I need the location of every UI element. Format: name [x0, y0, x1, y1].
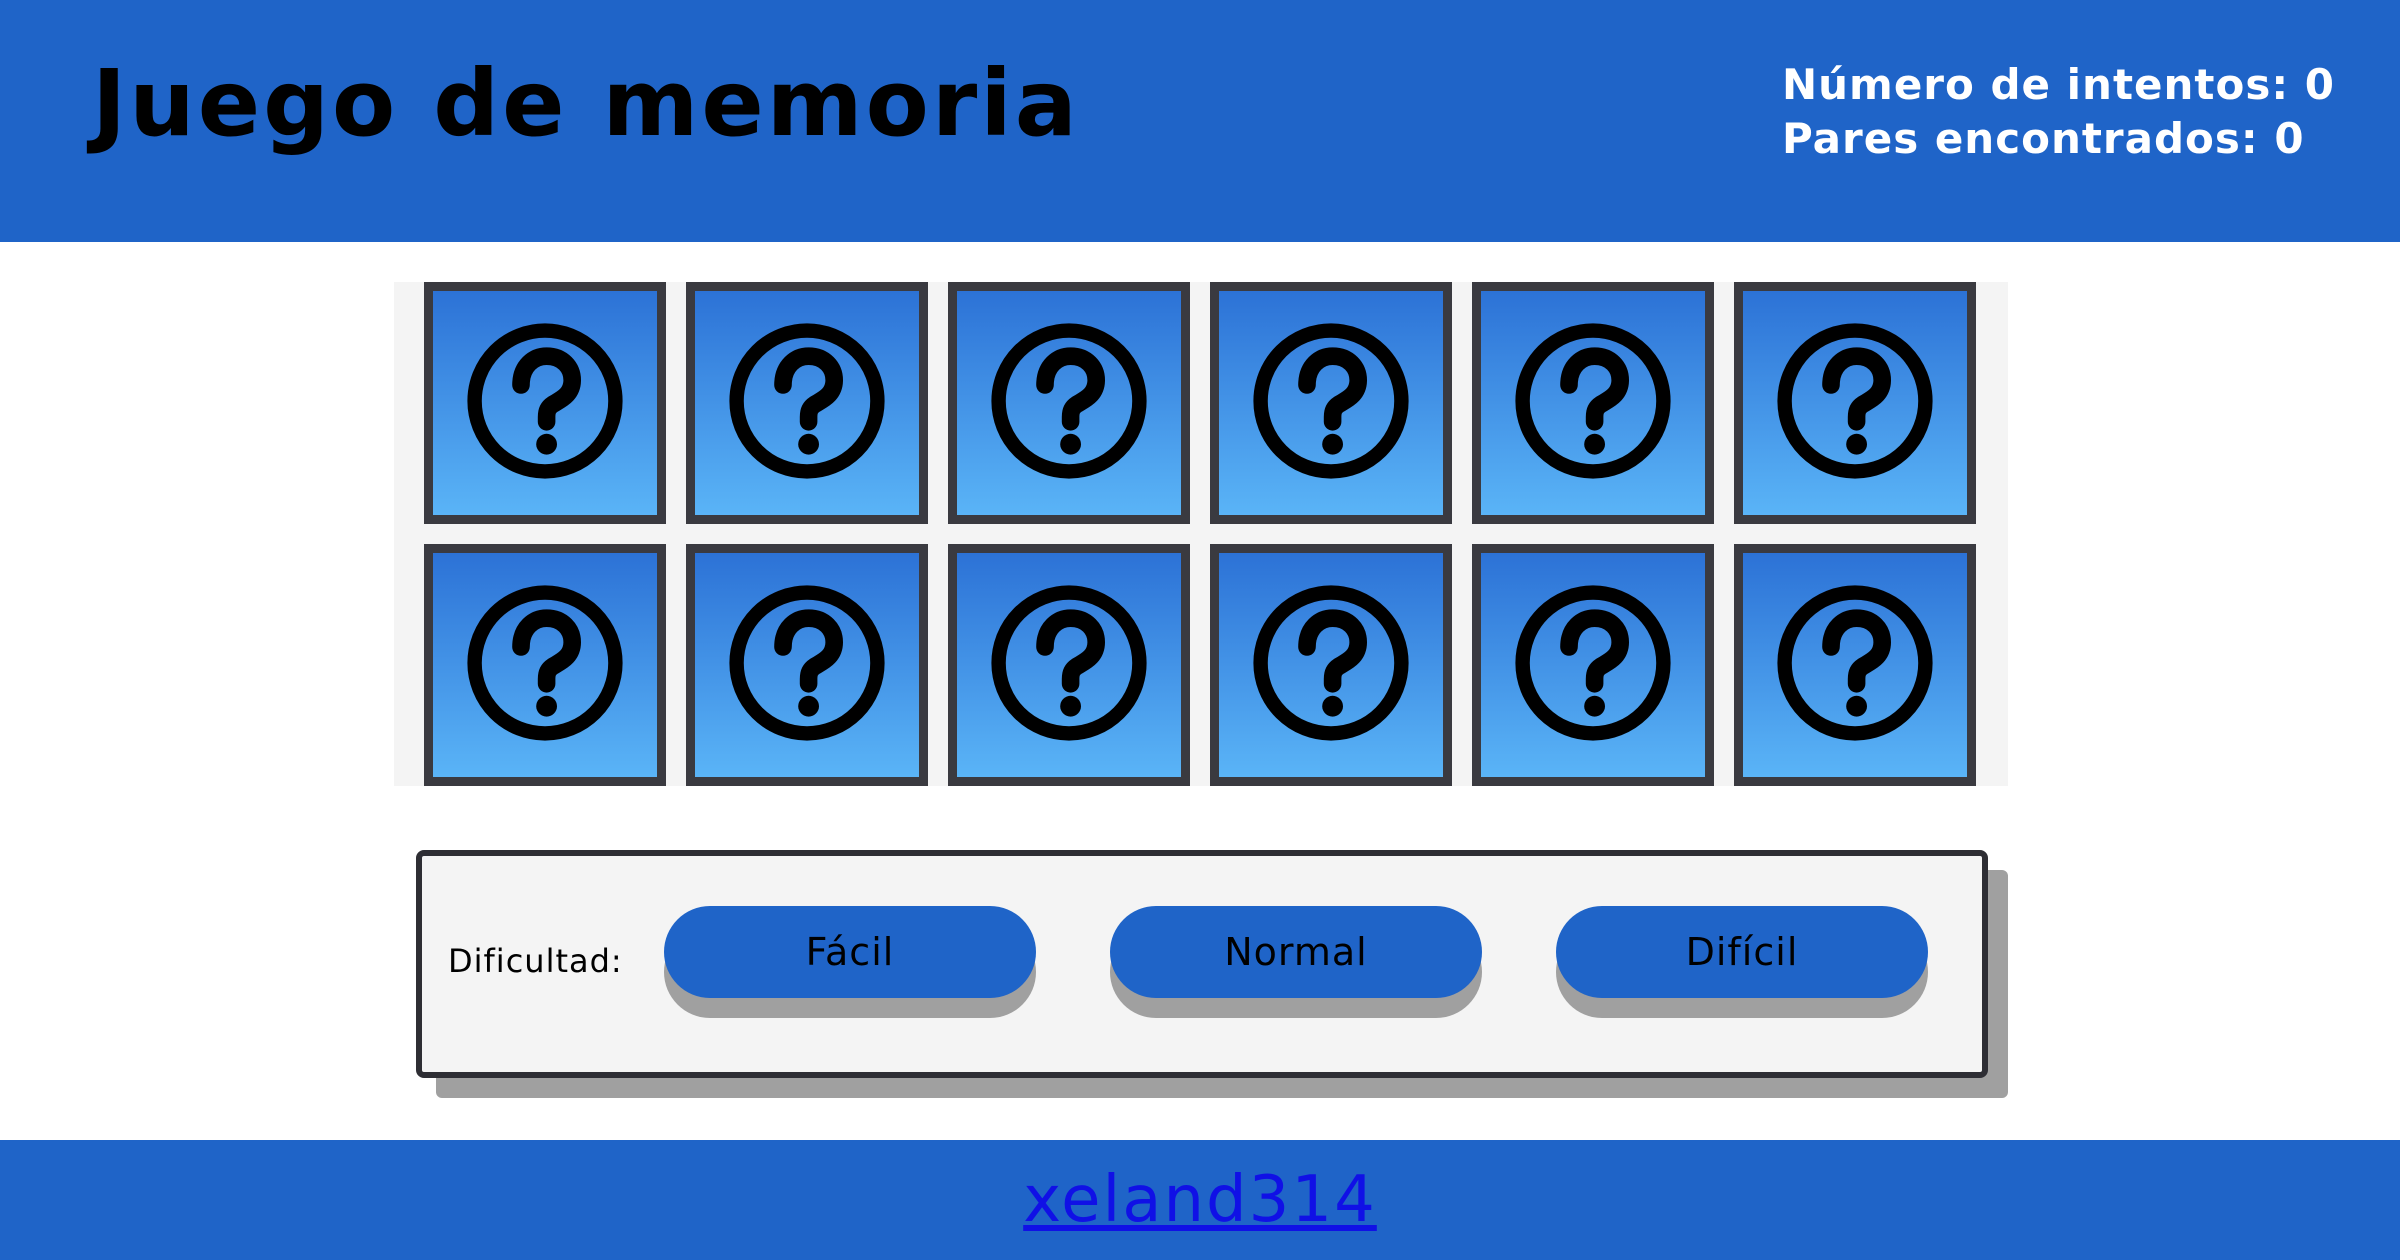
- question-circle-icon: [989, 583, 1149, 747]
- question-circle-icon: [465, 583, 625, 747]
- memory-card[interactable]: [686, 282, 928, 524]
- memory-card[interactable]: [1734, 282, 1976, 524]
- pairs-counter: Pares encontrados: 0: [1782, 114, 2305, 163]
- question-circle-icon: [1513, 321, 1673, 485]
- memory-card[interactable]: [1210, 544, 1452, 786]
- card-board: [394, 282, 2008, 786]
- question-circle-icon: [727, 321, 887, 485]
- attempts-counter: Número de intentos: 0: [1782, 60, 2335, 109]
- question-circle-icon: [1251, 583, 1411, 747]
- memory-card[interactable]: [424, 544, 666, 786]
- question-circle-icon: [1775, 321, 1935, 485]
- normal-button[interactable]: Normal: [1110, 906, 1482, 998]
- question-circle-icon: [465, 321, 625, 485]
- page-title: Juego de memoria: [92, 50, 1080, 157]
- question-circle-icon: [727, 583, 887, 747]
- difficulty-label: Dificultad:: [448, 942, 623, 980]
- memory-card[interactable]: [1210, 282, 1452, 524]
- memory-card[interactable]: [686, 544, 928, 786]
- memory-card[interactable]: [1472, 544, 1714, 786]
- score-panel: Número de intentos: 0 Pares encontrados:…: [1782, 58, 2335, 166]
- hard-button-wrap: Difícil: [1556, 906, 1928, 1018]
- question-circle-icon: [1513, 583, 1673, 747]
- easy-button[interactable]: Fácil: [664, 906, 1036, 998]
- memory-card[interactable]: [948, 544, 1190, 786]
- memory-card[interactable]: [948, 282, 1190, 524]
- memory-card[interactable]: [424, 282, 666, 524]
- hard-button[interactable]: Difícil: [1556, 906, 1928, 998]
- author-link[interactable]: xeland314: [1023, 1163, 1377, 1237]
- difficulty-panel: Dificultad: Fácil Normal Difícil: [416, 850, 1988, 1078]
- memory-card[interactable]: [1472, 282, 1714, 524]
- question-circle-icon: [989, 321, 1149, 485]
- question-circle-icon: [1251, 321, 1411, 485]
- footer-bar: xeland314: [0, 1140, 2400, 1260]
- header-bar: Juego de memoria Número de intentos: 0 P…: [0, 0, 2400, 242]
- easy-button-wrap: Fácil: [664, 906, 1036, 1018]
- memory-card[interactable]: [1734, 544, 1976, 786]
- question-circle-icon: [1775, 583, 1935, 747]
- normal-button-wrap: Normal: [1110, 906, 1482, 1018]
